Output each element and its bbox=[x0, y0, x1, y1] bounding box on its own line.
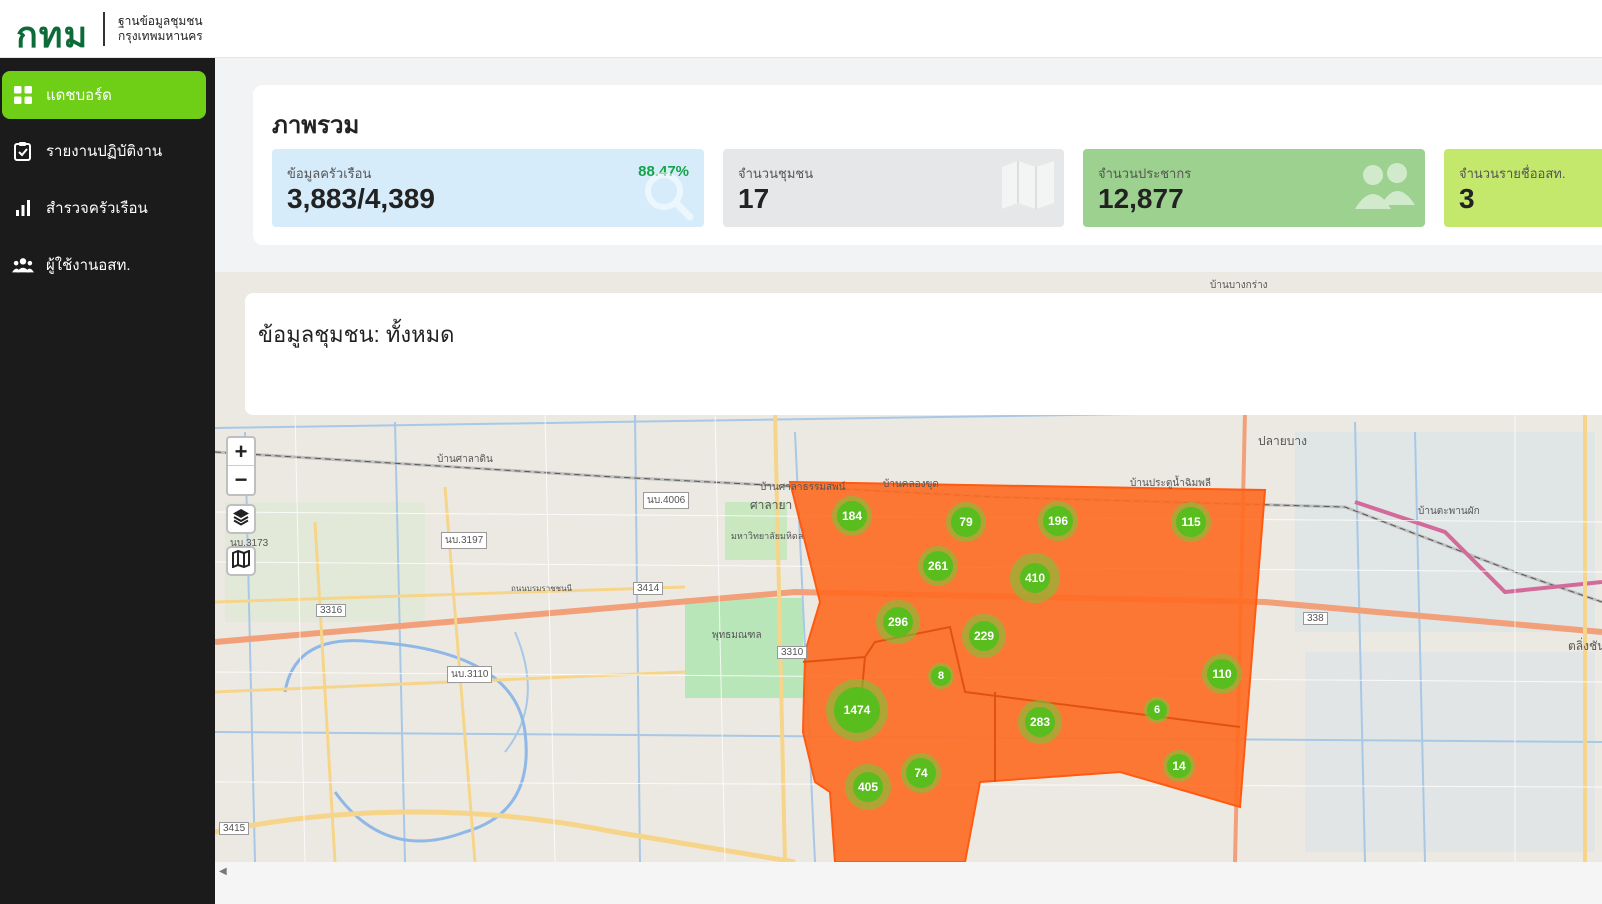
logo-divider bbox=[103, 12, 105, 46]
map-road-label: 3310 bbox=[777, 646, 808, 659]
map-place-label: บ้านศาลาธรรมสพน์ bbox=[760, 482, 846, 493]
horizontal-scrollbar[interactable]: ◀ bbox=[215, 862, 1602, 904]
map-road-label: นบ.3110 bbox=[447, 666, 493, 683]
map-cluster-marker[interactable]: 14 bbox=[1163, 750, 1195, 782]
map-place-label: ตลิ่งชัน bbox=[1568, 639, 1602, 653]
layers-button[interactable] bbox=[226, 504, 256, 534]
sidebar-item-label: ผู้ใช้งานอสท. bbox=[46, 257, 131, 274]
logo-text: ฐานข้อมูลชุมชน กรุงเทพมหานคร bbox=[118, 14, 203, 44]
community-info-panel: ข้อมูลชุมชน: ทั้งหมด bbox=[245, 293, 1602, 415]
card-title: จำนวนชุมชน bbox=[738, 166, 814, 181]
dashboard-icon bbox=[12, 84, 34, 106]
people-icon bbox=[1353, 159, 1417, 218]
map-place-label: ปลายบาง bbox=[1258, 434, 1307, 448]
layers-icon bbox=[232, 508, 250, 531]
volunteer-card[interactable]: จำนวนรายชื่ออสท. 3 bbox=[1444, 149, 1602, 227]
map-road-label: 3414 bbox=[633, 582, 664, 595]
map-icon bbox=[1000, 159, 1056, 216]
map-place-label: บ้านตะพานผัก bbox=[1418, 506, 1480, 517]
main-content: บ้านศาลาดิน บ้านบางกร่าง ปลายบาง บ้านตะพ… bbox=[215, 58, 1602, 904]
map-cluster-marker[interactable]: 410 bbox=[1010, 553, 1060, 603]
map-cluster-marker[interactable]: 405 bbox=[845, 764, 891, 810]
map-cluster-marker[interactable]: 115 bbox=[1171, 502, 1211, 542]
map-cluster-marker[interactable]: 196 bbox=[1038, 501, 1078, 541]
map-road-label: นบ.3197 bbox=[441, 532, 488, 549]
card-value: 17 bbox=[738, 183, 770, 214]
map-cluster-marker[interactable]: 79 bbox=[946, 502, 986, 542]
map-place-label: บ้านประตูน้ำฉิมพลี bbox=[1130, 478, 1211, 489]
card-title: จำนวนรายชื่ออสท. bbox=[1459, 166, 1566, 181]
sidebar-item-users[interactable]: ผู้ใช้งานอสท. bbox=[2, 241, 206, 289]
map-place-label: บ้านศาลาดิน bbox=[437, 454, 493, 465]
bma-logo[interactable]: กทม bbox=[16, 6, 88, 63]
map-cluster-marker[interactable]: 229 bbox=[962, 614, 1006, 658]
users-icon bbox=[12, 254, 34, 276]
sidebar-item-survey[interactable]: สำรวจครัวเรือน bbox=[2, 184, 206, 232]
map-place-label: พุทธมณฑล bbox=[712, 630, 762, 641]
basemap-button[interactable] bbox=[226, 546, 256, 576]
map-road-label: นบ.4006 bbox=[643, 492, 690, 509]
community-count-card[interactable]: จำนวนชุมชน 17 bbox=[723, 149, 1064, 227]
map-place-label: บ้านคลองขุด bbox=[883, 479, 939, 490]
zoom-out-button[interactable]: − bbox=[228, 466, 254, 494]
clipboard-icon bbox=[12, 140, 34, 162]
sidebar-item-reports[interactable]: รายงานปฏิบัติงาน bbox=[2, 127, 206, 175]
card-title: จำนวนประชากร bbox=[1098, 166, 1192, 181]
overview-title: ภาพรวม bbox=[272, 112, 360, 139]
map-cluster-marker[interactable]: 261 bbox=[918, 546, 958, 586]
map-road-label: 3316 bbox=[316, 604, 347, 617]
zoom-in-button[interactable]: + bbox=[228, 438, 254, 466]
sidebar-item-label: สำรวจครัวเรือน bbox=[46, 200, 148, 217]
map-cluster-marker[interactable]: 8 bbox=[928, 663, 954, 689]
sidebar-item-label: แดชบอร์ด bbox=[46, 87, 112, 104]
community-info-title: ข้อมูลชุมชน: ทั้งหมด bbox=[258, 322, 455, 347]
overview-panel: ภาพรวม ข้อมูลครัวเรือน 3,883/4,389 88.47… bbox=[253, 85, 1602, 245]
map-cluster-marker[interactable]: 184 bbox=[832, 496, 872, 536]
logo-line-1: ฐานข้อมูลชุมชน bbox=[118, 14, 203, 28]
card-value: 12,877 bbox=[1098, 183, 1184, 214]
sidebar-item-dashboard[interactable]: แดชบอร์ด bbox=[2, 71, 206, 119]
zoom-control: + − bbox=[226, 436, 256, 496]
map-icon bbox=[232, 549, 250, 573]
map-place-label: ศาลายา bbox=[750, 498, 793, 512]
map-road-label: 338 bbox=[1303, 612, 1328, 625]
logo-line-2: กรุงเทพมหานคร bbox=[118, 29, 203, 43]
sidebar: แดชบอร์ด รายงานปฏิบัติงาน สำรวจครัวเรือน… bbox=[0, 58, 215, 904]
search-icon bbox=[640, 167, 696, 227]
card-title: ข้อมูลครัวเรือน bbox=[287, 166, 372, 181]
bar-chart-icon bbox=[12, 197, 34, 219]
card-value: 3,883/4,389 bbox=[287, 183, 435, 214]
population-card[interactable]: จำนวนประชากร 12,877 bbox=[1083, 149, 1425, 227]
card-value: 3 bbox=[1459, 183, 1475, 214]
household-card[interactable]: ข้อมูลครัวเรือน 3,883/4,389 88.47% bbox=[272, 149, 704, 227]
top-bar: กทม ฐานข้อมูลชุมชน กรุงเทพมหานคร bbox=[0, 0, 1602, 58]
map-cluster-marker[interactable]: 110 bbox=[1202, 654, 1242, 694]
map-cluster-marker[interactable]: 6 bbox=[1144, 697, 1170, 723]
map-road-label: ถนนบรมราชชนนี bbox=[511, 584, 573, 593]
scroll-left-icon[interactable]: ◀ bbox=[219, 866, 227, 877]
map-place-label: มหาวิทยาลัยมหิดล bbox=[731, 531, 804, 541]
map-road-label: 3415 bbox=[219, 822, 250, 835]
sidebar-item-label: รายงานปฏิบัติงาน bbox=[46, 143, 163, 160]
map-cluster-marker[interactable]: 1474 bbox=[826, 679, 888, 741]
map-cluster-marker[interactable]: 283 bbox=[1018, 700, 1062, 744]
map-cluster-marker[interactable]: 296 bbox=[876, 600, 920, 644]
map-cluster-marker[interactable]: 74 bbox=[901, 753, 941, 793]
map-place-label: บ้านบางกร่าง bbox=[1210, 280, 1268, 291]
